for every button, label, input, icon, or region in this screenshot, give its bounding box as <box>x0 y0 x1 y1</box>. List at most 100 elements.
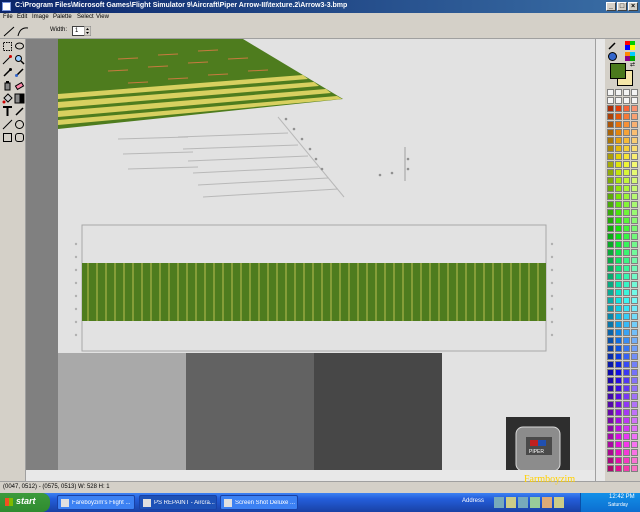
palette-swatch[interactable] <box>631 361 638 368</box>
palette-swatch[interactable] <box>631 209 638 216</box>
palette-swatch[interactable] <box>615 297 622 304</box>
palette-swatch[interactable] <box>607 393 614 400</box>
palette-swatch[interactable] <box>607 449 614 456</box>
rounded-rect-icon[interactable] <box>14 132 25 143</box>
maximize-button[interactable]: □ <box>617 2 627 11</box>
palette-swatch[interactable] <box>607 305 614 312</box>
palette-swatch[interactable] <box>607 233 614 240</box>
palette-swatch[interactable] <box>623 89 630 96</box>
eyedropper-icon[interactable] <box>2 67 13 78</box>
palette-swatch[interactable] <box>631 105 638 112</box>
palette-swatch[interactable] <box>623 289 630 296</box>
gradient-icon[interactable] <box>14 93 25 104</box>
palette-swatch[interactable] <box>607 369 614 376</box>
palette-swatch[interactable] <box>631 201 638 208</box>
palette-swatch[interactable] <box>631 417 638 424</box>
canvas-area[interactable]: PIPER <box>26 39 595 481</box>
palette-swatch[interactable] <box>631 313 638 320</box>
palette-swatch[interactable] <box>631 121 638 128</box>
palette-swatch[interactable] <box>615 257 622 264</box>
palette-swatch[interactable] <box>631 369 638 376</box>
palette-swatch[interactable] <box>615 425 622 432</box>
palette-swatch[interactable] <box>615 465 622 472</box>
palette-swatch[interactable] <box>615 457 622 464</box>
palette-swatch[interactable] <box>615 105 622 112</box>
palette-swatch[interactable] <box>607 265 614 272</box>
palette-swatch[interactable] <box>631 433 638 440</box>
palette-swatch[interactable] <box>615 233 622 240</box>
palette-swatch[interactable] <box>631 393 638 400</box>
palette-swatch[interactable] <box>607 193 614 200</box>
palette-swatch[interactable] <box>631 385 638 392</box>
palette-swatch[interactable] <box>607 385 614 392</box>
palette-swatch[interactable] <box>631 401 638 408</box>
menu-edit[interactable]: Edit <box>17 14 27 20</box>
palette-swatch[interactable] <box>615 313 622 320</box>
address-label[interactable]: Address <box>462 498 484 504</box>
palette-swatch[interactable] <box>623 265 630 272</box>
palette-swatch[interactable] <box>631 161 638 168</box>
palette-swatch[interactable] <box>623 225 630 232</box>
palette-swatch[interactable] <box>607 89 614 96</box>
picker-icon[interactable] <box>608 41 617 50</box>
menu-palette[interactable]: Palette <box>53 14 72 20</box>
palette-swatch[interactable] <box>631 329 638 336</box>
palette-swatch[interactable] <box>631 249 638 256</box>
palette-swatch[interactable] <box>607 201 614 208</box>
palette-swatch[interactable] <box>623 193 630 200</box>
palette-swatch[interactable] <box>615 449 622 456</box>
palette-swatch[interactable] <box>607 129 614 136</box>
palette-swatch[interactable] <box>607 281 614 288</box>
palette-swatch[interactable] <box>615 385 622 392</box>
palette-swatch[interactable] <box>615 305 622 312</box>
swap-colors-icon[interactable]: ⇄ <box>630 61 635 68</box>
menu-view[interactable]: View <box>96 14 109 20</box>
palette-swatch[interactable] <box>623 369 630 376</box>
palette-swatch[interactable] <box>615 321 622 328</box>
palette-swatch[interactable] <box>623 153 630 160</box>
palette-swatch[interactable] <box>631 337 638 344</box>
palette-swatch[interactable] <box>607 433 614 440</box>
palette-swatch[interactable] <box>623 201 630 208</box>
palette-swatch[interactable] <box>623 377 630 384</box>
palette-swatch[interactable] <box>623 345 630 352</box>
palette-swatch[interactable] <box>615 145 622 152</box>
palette-swatch[interactable] <box>623 393 630 400</box>
palette-swatch[interactable] <box>623 457 630 464</box>
palette-swatch[interactable] <box>623 217 630 224</box>
palette-swatch[interactable] <box>623 417 630 424</box>
palette-swatch[interactable] <box>615 345 622 352</box>
palette-swatch[interactable] <box>631 153 638 160</box>
palette-swatch[interactable] <box>615 265 622 272</box>
palette-swatch[interactable] <box>623 105 630 112</box>
palette-swatch[interactable] <box>631 409 638 416</box>
palette-swatch[interactable] <box>623 129 630 136</box>
palette-swatch[interactable] <box>607 217 614 224</box>
clock-time[interactable]: 12:42 PM <box>609 494 635 500</box>
palette-swatch[interactable] <box>631 97 638 104</box>
palette-swatch[interactable] <box>631 241 638 248</box>
wand-icon[interactable] <box>2 54 13 65</box>
palette-swatch[interactable] <box>623 185 630 192</box>
palette-swatch[interactable] <box>623 137 630 144</box>
palette-swatch[interactable] <box>607 337 614 344</box>
vertical-scrollbar[interactable] <box>595 39 605 481</box>
palette-swatch[interactable] <box>631 145 638 152</box>
palette-swatch[interactable] <box>623 441 630 448</box>
palette-swatch[interactable] <box>607 297 614 304</box>
task-ps-repaint[interactable]: PS REPAINT - Aircra... <box>139 495 217 510</box>
palette-swatch[interactable] <box>631 289 638 296</box>
palette-swatch[interactable] <box>607 273 614 280</box>
zoom-icon[interactable] <box>14 54 25 65</box>
palette-swatch[interactable] <box>615 217 622 224</box>
palette-swatch[interactable] <box>631 377 638 384</box>
task-flight-sim[interactable]: Fareboyzim's Flight ... <box>57 495 135 510</box>
brush-icon[interactable] <box>14 67 25 78</box>
palette-swatch[interactable] <box>623 361 630 368</box>
palette-swatch[interactable] <box>623 425 630 432</box>
palette-swatch[interactable] <box>607 225 614 232</box>
palette-swatch[interactable] <box>631 321 638 328</box>
palette-swatch[interactable] <box>623 305 630 312</box>
palette-swatch[interactable] <box>607 409 614 416</box>
palette-swatch[interactable] <box>631 305 638 312</box>
